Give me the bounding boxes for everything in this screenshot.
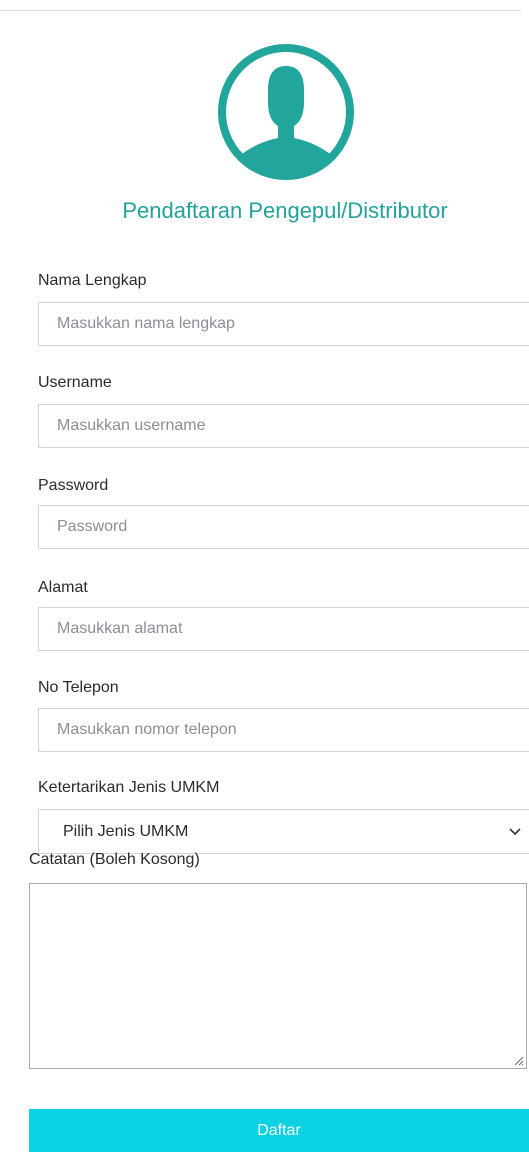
phone-label: No Telepon [38, 679, 119, 696]
user-avatar-icon [218, 44, 354, 180]
username-label: Username [38, 374, 112, 391]
password-input[interactable] [38, 505, 529, 549]
password-label: Password [38, 477, 109, 494]
submit-button[interactable]: Daftar [29, 1109, 529, 1152]
notes-label: Catatan (Boleh Kosong) [29, 851, 200, 868]
phone-input[interactable] [38, 708, 529, 752]
full-name-input[interactable] [38, 302, 529, 346]
full-name-label: Nama Lengkap [38, 272, 147, 289]
umkm-type-label: Ketertarikan Jenis UMKM [38, 779, 220, 796]
notes-textarea[interactable] [29, 883, 527, 1069]
chevron-down-icon [509, 828, 521, 836]
top-divider [0, 10, 521, 11]
umkm-type-selected: Pilih Jenis UMKM [63, 823, 189, 840]
resize-grip-icon[interactable] [512, 1054, 524, 1066]
username-input[interactable] [38, 404, 529, 448]
address-input[interactable] [38, 607, 529, 651]
address-label: Alamat [38, 579, 88, 596]
page-title: Pendaftaran Pengepul/Distributor [122, 198, 448, 223]
umkm-type-select[interactable]: Pilih Jenis UMKM [38, 809, 529, 854]
